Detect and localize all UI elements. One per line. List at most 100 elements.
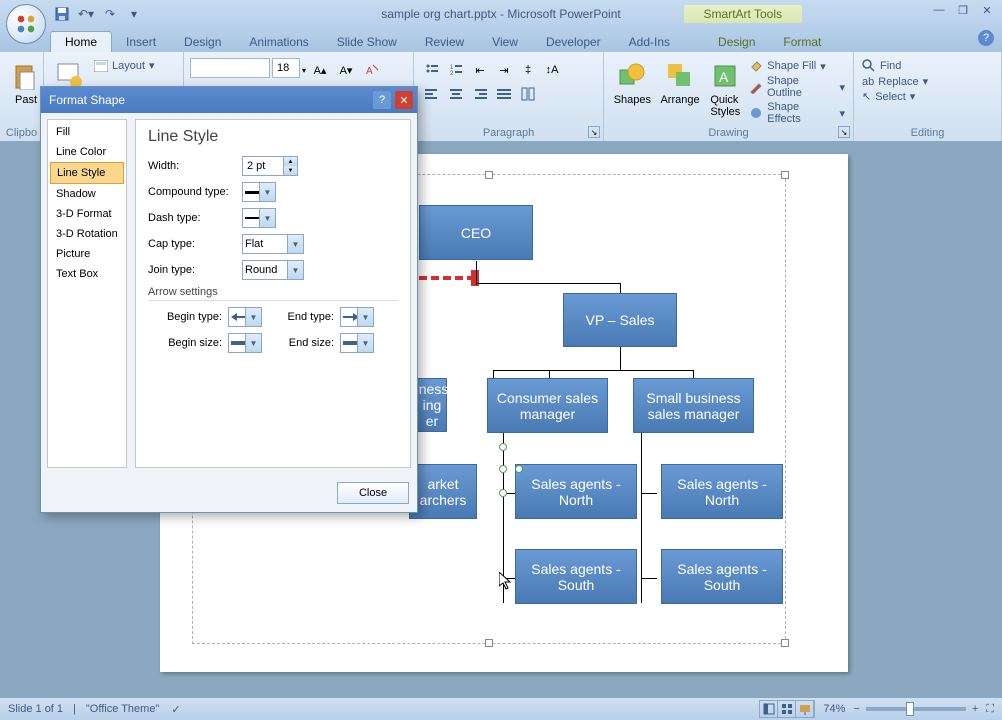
tab-insert[interactable]: Insert [112,32,170,52]
group-paragraph: 12 ⇤ ⇥ ‡ ↕A Paragraph ↘ [414,52,604,141]
nav-3d-format[interactable]: 3-D Format [50,204,124,224]
spinner-up-icon[interactable]: ▲ [283,157,297,166]
restore-button[interactable]: ❐ [954,2,972,18]
nav-textbox[interactable]: Text Box [50,264,124,284]
shape-effects-menu[interactable]: Shape Effects ▾ [747,100,847,126]
slideshow-view-icon[interactable] [796,701,814,717]
shape-fill-menu[interactable]: Shape Fill ▾ [747,58,847,74]
close-button[interactable]: ✕ [978,2,996,18]
end-type-combo[interactable]: ▼ [340,307,374,327]
selected-connector[interactable] [419,276,475,280]
width-label: Width: [148,160,236,172]
tab-addins[interactable]: Add-Ins [615,32,684,52]
normal-view-icon[interactable] [760,701,778,717]
tab-view[interactable]: View [478,32,532,52]
org-node-small-biz-mgr[interactable]: Small business sales manager [633,378,754,433]
begin-size-label: Begin size: [158,337,222,349]
text-direction-icon[interactable]: ↕A [541,59,563,81]
org-node-agents-n2[interactable]: Sales agents - North [661,464,783,519]
org-node-agents-s2[interactable]: Sales agents - South [661,549,783,604]
sorter-view-icon[interactable] [778,701,796,717]
org-node-ceo[interactable]: CEO [419,205,533,260]
width-spinner[interactable]: 2 pt ▲▼ [242,156,298,176]
find-button[interactable]: Find [860,58,930,74]
tab-slideshow[interactable]: Slide Show [323,32,411,52]
shrink-font-icon[interactable]: A▾ [335,59,357,81]
zoom-in-button[interactable]: + [972,703,978,715]
spellcheck-icon[interactable]: ✓ [171,703,180,716]
columns-icon[interactable] [517,83,539,105]
decrease-indent-icon[interactable]: ⇤ [469,59,491,81]
spinner-down-icon[interactable]: ▼ [283,166,297,175]
quick-styles-button[interactable]: A Quick Styles [705,58,745,120]
dialog-close-x[interactable]: ✕ [395,91,413,109]
align-left-icon[interactable] [421,83,443,105]
minimize-button[interactable]: — [930,2,948,18]
clear-format-icon[interactable]: A [361,59,383,81]
office-button[interactable] [6,4,46,44]
theme-indicator: "Office Theme" [86,703,159,715]
begin-size-combo[interactable]: ▼ [228,333,262,353]
nav-3d-rotation[interactable]: 3-D Rotation [50,224,124,244]
font-size-combo[interactable] [272,58,300,78]
nav-fill[interactable]: Fill [50,122,124,142]
tab-smartart-design[interactable]: Design [704,32,769,52]
dialog-titlebar[interactable]: Format Shape ? ✕ [41,87,417,113]
tab-home[interactable]: Home [50,31,112,52]
tab-developer[interactable]: Developer [532,32,615,52]
tab-smartart-format[interactable]: Format [769,32,835,52]
justify-icon[interactable] [493,83,515,105]
save-icon[interactable] [52,4,72,24]
grow-font-icon[interactable]: A▴ [309,59,331,81]
nav-line-color[interactable]: Line Color [50,142,124,162]
shape-outline-menu[interactable]: Shape Outline ▾ [747,74,847,100]
zoom-slider[interactable] [866,707,966,711]
chevron-down-icon: ▼ [259,183,275,201]
status-bar: Slide 1 of 1 | "Office Theme" ✓ 74% − + … [0,698,1002,720]
join-type-combo[interactable]: Round ▼ [242,260,304,280]
select-button[interactable]: ↖Select ▾ [860,89,930,104]
drawing-dialog-launcher[interactable]: ↘ [838,126,850,138]
org-node-mkt-res[interactable]: arket archers [409,464,477,519]
fit-window-icon[interactable]: ⛶ [986,703,994,716]
undo-icon[interactable]: ↶▾ [76,4,96,24]
arrange-button[interactable]: Arrange [657,58,704,108]
org-node-biz-mgr[interactable]: iness ing er [417,378,447,432]
align-center-icon[interactable] [445,83,467,105]
help-button[interactable]: ? [978,30,994,46]
dash-type-combo[interactable]: ▼ [242,208,276,228]
nav-picture[interactable]: Picture [50,244,124,264]
increase-indent-icon[interactable]: ⇥ [493,59,515,81]
nav-shadow[interactable]: Shadow [50,184,124,204]
nav-line-style[interactable]: Line Style [50,162,124,184]
layout-menu[interactable]: Layout ▾ [92,58,157,73]
org-node-consumer-mgr[interactable]: Consumer sales manager [487,378,608,433]
org-node-agents-s1[interactable]: Sales agents - South [515,549,637,604]
shapes-button[interactable]: Shapes [610,58,655,108]
tab-review[interactable]: Review [411,32,478,52]
paragraph-dialog-launcher[interactable]: ↘ [588,126,600,138]
dialog-help-button[interactable]: ? [373,91,391,109]
replace-button[interactable]: abReplace ▾ [860,74,930,89]
begin-type-combo[interactable]: ▼ [228,307,262,327]
org-node-agents-n1[interactable]: Sales agents - North [515,464,637,519]
zoom-out-button[interactable]: − [853,703,859,715]
chevron-down-icon: ▼ [245,308,261,326]
zoom-level[interactable]: 74% [823,703,845,715]
tab-design[interactable]: Design [170,32,235,52]
cap-label: Cap type: [148,238,236,250]
org-node-vp-sales[interactable]: VP – Sales [563,293,677,347]
font-family-combo[interactable] [190,58,270,78]
bullets-icon[interactable] [421,59,443,81]
compound-type-combo[interactable]: ▼ [242,182,276,202]
qat-dropdown-icon[interactable]: ▾ [124,4,144,24]
cap-type-combo[interactable]: Flat ▼ [242,234,304,254]
begin-type-label: Begin type: [158,311,222,323]
tab-animations[interactable]: Animations [235,32,322,52]
end-size-combo[interactable]: ▼ [340,333,374,353]
redo-icon[interactable]: ↷ [100,4,120,24]
numbering-icon[interactable]: 12 [445,59,467,81]
dialog-close-button[interactable]: Close [337,482,409,504]
align-right-icon[interactable] [469,83,491,105]
line-spacing-icon[interactable]: ‡ [517,59,539,81]
